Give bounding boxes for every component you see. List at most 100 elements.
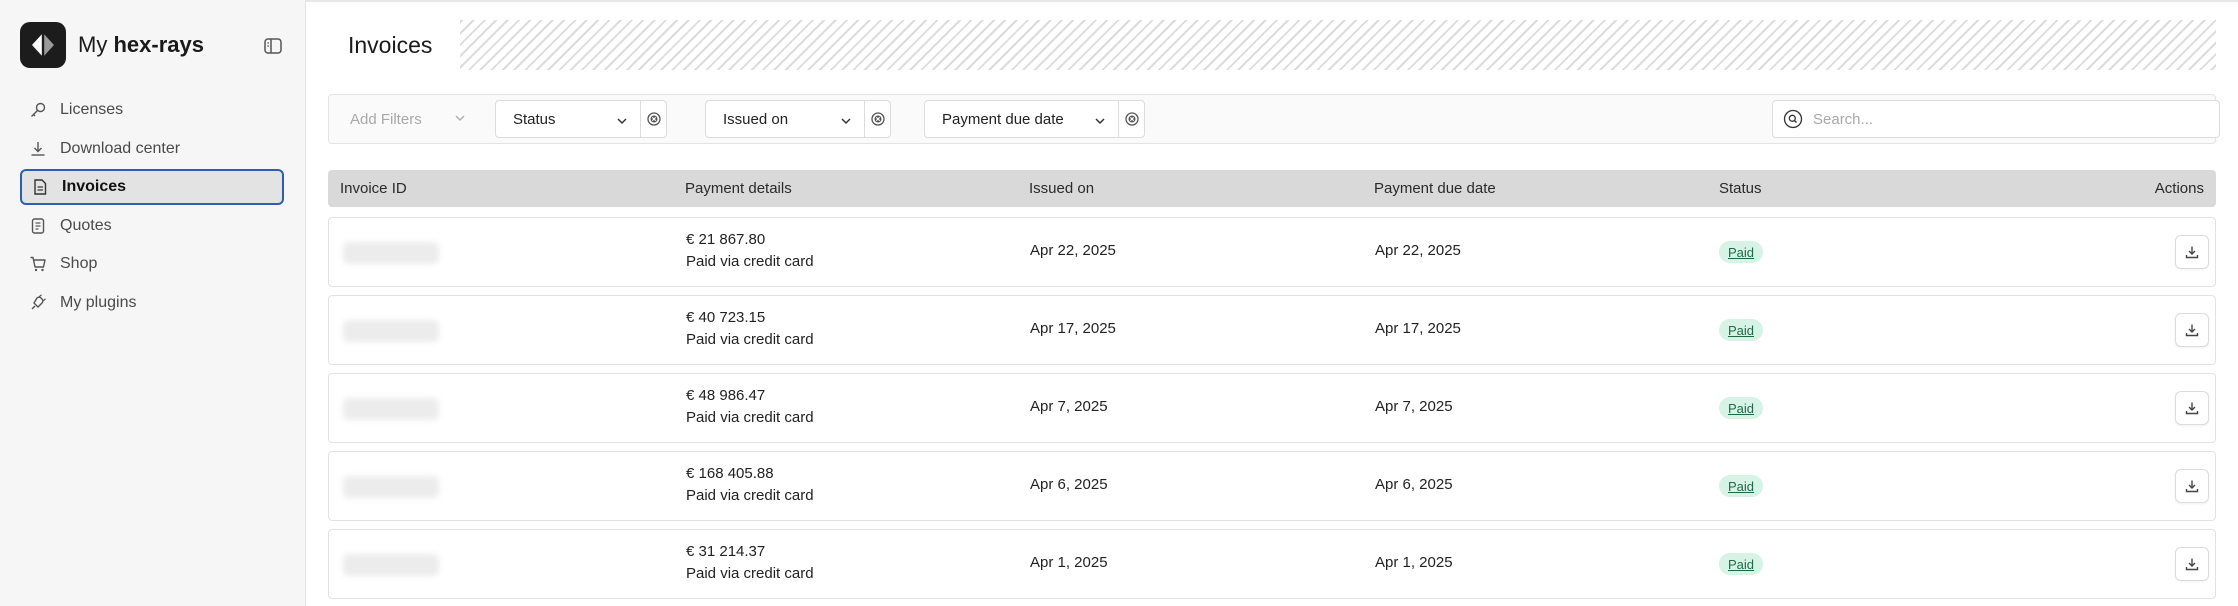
- clear-issued-on-filter-button[interactable]: [864, 101, 890, 137]
- issued-on-filter-label: Issued on: [723, 110, 789, 128]
- invoice-id-redacted: [343, 242, 439, 264]
- payment-due-date-filter-label: Payment due date: [942, 110, 1064, 128]
- download-invoice-button[interactable]: [2175, 547, 2209, 581]
- issued-date: Apr 1, 2025: [1030, 554, 1108, 571]
- sidebar-item-label: Download center: [60, 139, 181, 157]
- download-icon: [2185, 480, 2199, 493]
- due-date: Apr 17, 2025: [1375, 320, 1461, 337]
- chevron-down-icon: [841, 118, 851, 125]
- add-filters-dropdown[interactable]: Add Filters: [330, 96, 485, 142]
- sidebar-item-label: Invoices: [62, 178, 127, 195]
- status-filter-dropdown[interactable]: Status: [496, 101, 640, 137]
- status-filter-label: Status: [513, 110, 556, 128]
- sidebar-item-label: My plugins: [60, 293, 137, 311]
- download-invoice-button[interactable]: [2175, 313, 2209, 347]
- sidebar-item-label: Licenses: [60, 101, 124, 118]
- payment-method: Paid via credit card: [686, 253, 814, 270]
- status-badge[interactable]: Paid: [1719, 397, 1764, 419]
- add-filters-label: Add Filters: [350, 110, 422, 128]
- main-content: Invoices Add Filters Status Issued on Pa…: [306, 0, 2238, 606]
- download-icon: [28, 139, 48, 159]
- hex-rays-logo-icon: [20, 22, 66, 68]
- column-payment-due-date: Payment due date: [1374, 180, 1496, 197]
- issued-date: Apr 6, 2025: [1030, 476, 1108, 493]
- issued-on-filter-dropdown[interactable]: Issued on: [706, 101, 864, 137]
- chevron-down-icon: [1095, 118, 1105, 125]
- sidebar-item-label: Shop: [60, 255, 98, 272]
- download-invoice-button[interactable]: [2175, 469, 2209, 503]
- invoice-id-redacted: [343, 554, 439, 576]
- issued-date: Apr 7, 2025: [1030, 398, 1108, 415]
- payment-due-date-filter-dropdown[interactable]: Payment due date: [925, 101, 1118, 137]
- issued-date: Apr 17, 2025: [1030, 320, 1116, 337]
- invoice-id-redacted: [343, 320, 439, 342]
- sidebar: My hex-rays Licenses Download center Inv…: [0, 0, 306, 606]
- invoice-id-redacted: [343, 398, 439, 420]
- table-header: Invoice ID Payment details Issued on Pay…: [328, 170, 2216, 207]
- table-row[interactable]: € 168 405.88 Paid via credit card Apr 6,…: [328, 451, 2216, 521]
- download-icon: [2185, 558, 2199, 571]
- payment-due-date-filter: Payment due date: [924, 100, 1145, 138]
- brand[interactable]: My hex-rays: [20, 22, 204, 68]
- status-badge[interactable]: Paid: [1719, 553, 1764, 575]
- search-input[interactable]: [1813, 110, 2203, 128]
- column-payment-details: Payment details: [685, 180, 792, 197]
- clear-icon: [870, 112, 885, 126]
- sidebar-item-licenses[interactable]: Licenses: [20, 92, 284, 128]
- payment-amount: € 168 405.88: [686, 465, 774, 482]
- sidebar-item-my-plugins[interactable]: My plugins: [20, 285, 284, 321]
- column-actions: Actions: [2154, 180, 2204, 197]
- column-status: Status: [1719, 180, 1762, 197]
- table-row[interactable]: € 40 723.15 Paid via credit card Apr 17,…: [328, 295, 2216, 365]
- status-badge[interactable]: Paid: [1719, 319, 1764, 341]
- payment-amount: € 48 986.47: [686, 387, 766, 404]
- download-icon: [2185, 246, 2199, 259]
- search-box: [1772, 100, 2220, 138]
- status-badge[interactable]: Paid: [1719, 241, 1764, 263]
- status-badge[interactable]: Paid: [1719, 475, 1764, 497]
- sidebar-item-shop[interactable]: Shop: [20, 246, 284, 282]
- download-icon: [2185, 324, 2199, 337]
- payment-method: Paid via credit card: [686, 409, 814, 426]
- payment-method: Paid via credit card: [686, 487, 814, 504]
- sidebar-item-invoices[interactable]: Invoices: [20, 169, 284, 205]
- table-row[interactable]: € 21 867.80 Paid via credit card Apr 22,…: [328, 217, 2216, 287]
- filter-bar: Add Filters Status Issued on Payment due…: [328, 94, 2220, 144]
- sidebar-toggle-icon[interactable]: [262, 36, 284, 56]
- payment-method: Paid via credit card: [686, 331, 814, 348]
- table-row[interactable]: € 48 986.47 Paid via credit card Apr 7, …: [328, 373, 2216, 443]
- issued-date: Apr 22, 2025: [1030, 242, 1116, 259]
- key-icon: [28, 100, 48, 120]
- column-issued-on: Issued on: [1029, 180, 1095, 197]
- clear-status-filter-button[interactable]: [640, 101, 666, 137]
- page-title: Invoices: [328, 20, 461, 70]
- due-date: Apr 1, 2025: [1375, 554, 1453, 571]
- payment-amount: € 40 723.15: [686, 309, 766, 326]
- table-row[interactable]: € 31 214.37 Paid via credit card Apr 1, …: [328, 529, 2216, 599]
- download-invoice-button[interactable]: [2175, 391, 2209, 425]
- cart-icon: [28, 254, 48, 274]
- divider: [306, 0, 2238, 2]
- download-invoice-button[interactable]: [2175, 235, 2209, 269]
- clear-icon: [646, 112, 661, 126]
- plugin-icon: [28, 293, 48, 313]
- payment-amount: € 21 867.80: [686, 231, 766, 248]
- document-icon: [30, 177, 50, 197]
- chevron-down-icon: [617, 118, 627, 125]
- sidebar-item-download-center[interactable]: Download center: [20, 131, 284, 167]
- brand-wordmark: hex-rays: [113, 32, 204, 57]
- issued-on-filter: Issued on: [705, 100, 891, 138]
- payment-amount: € 31 214.37: [686, 543, 766, 560]
- payment-method: Paid via credit card: [686, 565, 814, 582]
- quote-doc-icon: [28, 216, 48, 236]
- sidebar-item-quotes[interactable]: Quotes: [20, 208, 284, 244]
- invoice-id-redacted: [343, 476, 439, 498]
- column-invoice-id: Invoice ID: [340, 180, 407, 197]
- page-header: Invoices: [328, 20, 2216, 70]
- due-date: Apr 7, 2025: [1375, 398, 1453, 415]
- due-date: Apr 6, 2025: [1375, 476, 1453, 493]
- status-filter: Status: [495, 100, 667, 138]
- clear-icon: [1124, 112, 1139, 126]
- clear-payment-due-date-filter-button[interactable]: [1118, 101, 1144, 137]
- sidebar-nav: Licenses Download center Invoices Quotes…: [20, 92, 284, 323]
